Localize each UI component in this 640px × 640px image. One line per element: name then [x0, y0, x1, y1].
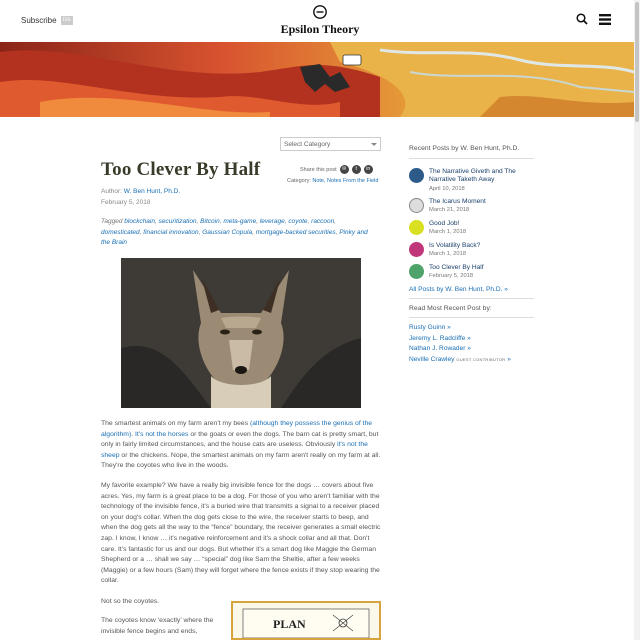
- post-meta: Author: W. Ben Hunt, Ph.D. February 5, 2…: [101, 186, 180, 208]
- recent-posts-heading: Recent Posts by W. Ben Hunt, Ph.D.: [409, 145, 520, 152]
- header-banner-image: [0, 42, 634, 117]
- search-icon[interactable]: [576, 13, 588, 25]
- post-category: Category: Note, Notes From the Field: [287, 178, 378, 184]
- horses-article-link[interactable]: It's not the horses: [135, 431, 188, 438]
- scrollbar-thumb[interactable]: [635, 2, 639, 122]
- author-link[interactable]: W. Ben Hunt, Ph.D.: [124, 188, 180, 195]
- coyote-photo: [121, 258, 361, 408]
- tag-link[interactable]: raccoon: [311, 218, 334, 225]
- post-thumbnail-icon[interactable]: [409, 220, 424, 235]
- recent-post-link[interactable]: The Icarus Moment: [429, 198, 486, 205]
- recent-post-date: March 1, 2018: [429, 251, 467, 258]
- author-arrow[interactable]: »: [505, 356, 511, 363]
- post-thumbnail-icon[interactable]: [409, 198, 424, 213]
- paragraph-text: or the chickens. Nope, the smartest anim…: [101, 451, 381, 470]
- recent-post-item[interactable]: The Narrative Giveth and The Narrative T…: [409, 168, 534, 193]
- author-prefix: Author:: [101, 188, 124, 195]
- recent-post-date: February 5, 2018: [429, 273, 474, 280]
- post-paragraph: My favorite example? We have a really bi…: [101, 482, 381, 585]
- post-tags: Tagged blockchain, securitization, Bitco…: [101, 218, 368, 246]
- recent-post-item[interactable]: Too Clever By Half February 5, 2018: [409, 264, 534, 281]
- post-thumbnail-icon[interactable]: [409, 242, 424, 257]
- recent-post-link[interactable]: The Narrative Giveth and The Narrative T…: [429, 168, 516, 183]
- category-link[interactable]: Note, Notes From the Field: [312, 178, 378, 184]
- category-prefix: Category:: [287, 178, 313, 184]
- tag-link[interactable]: leverage: [260, 218, 285, 225]
- tag-link[interactable]: Gaussian Copula: [202, 229, 252, 236]
- author-link[interactable]: Nathan J. Rowader »: [409, 345, 471, 352]
- recent-post-item[interactable]: Good Job! March 1, 2018: [409, 220, 534, 237]
- tag-link[interactable]: domesticated: [101, 229, 140, 236]
- all-posts-link[interactable]: All Posts by W. Ben Hunt, Ph.D. »: [409, 286, 508, 293]
- tag-link[interactable]: meta-game: [223, 218, 256, 225]
- sidebar-divider: [409, 317, 534, 318]
- recent-post-item[interactable]: Is Volatility Back? March 1, 2018: [409, 242, 534, 259]
- tag-link[interactable]: mortgage-backed securities: [256, 229, 336, 236]
- paragraph-text: The smartest animals on my farm aren't m…: [101, 420, 250, 427]
- recent-post-link[interactable]: Too Clever By Half: [429, 264, 484, 271]
- epsilon-logo-icon[interactable]: [313, 5, 327, 19]
- tag-link[interactable]: blockchain: [124, 218, 155, 225]
- post-date: February 5, 2018: [101, 199, 151, 206]
- recent-post-date: April 10, 2018: [429, 185, 465, 192]
- linkedin-share-icon[interactable]: in: [363, 165, 373, 174]
- post-thumbnail-icon[interactable]: [409, 264, 424, 279]
- twitter-share-icon[interactable]: t: [351, 165, 361, 174]
- email-share-icon[interactable]: ✉: [339, 165, 349, 174]
- author-link[interactable]: Rusty Guinn »: [409, 324, 451, 331]
- site-title[interactable]: Epsilon Theory: [0, 22, 640, 37]
- recent-post-link[interactable]: Is Volatility Back?: [429, 242, 480, 249]
- share-label: Share this post: [300, 166, 337, 173]
- hamburger-menu-icon[interactable]: [599, 14, 611, 25]
- plan-cartoon-image: PLAN: [231, 601, 381, 640]
- sidebar-divider: [409, 298, 534, 299]
- follow-heading: Read Most Recent Post by:: [409, 305, 492, 312]
- tagged-prefix: Tagged: [101, 218, 125, 225]
- author-link[interactable]: Jeremy L. Radcliffe »: [409, 335, 471, 342]
- guest-contributor-badge: GUEST CONTRIBUTOR: [456, 356, 506, 362]
- recent-post-link[interactable]: Good Job!: [429, 220, 459, 227]
- post-paragraph: The smartest animals on my farm aren't m…: [101, 419, 382, 472]
- post-thumbnail-icon[interactable]: [409, 168, 424, 183]
- tag-link[interactable]: Bitcoin: [200, 218, 220, 225]
- author-name[interactable]: Neville Crawley: [409, 356, 454, 363]
- post-paragraph: The coyotes know ‘exactly’ where the inv…: [101, 617, 214, 635]
- tag-link[interactable]: financial innovation: [143, 229, 198, 236]
- recent-post-item[interactable]: The Icarus Moment March 21, 2018: [409, 198, 534, 215]
- category-select-value[interactable]: Select Category: [284, 141, 330, 148]
- author-link[interactable]: Neville Crawley GUEST CONTRIBUTOR »: [409, 356, 511, 363]
- site-header: Subscribe rss Epsilon Theory: [0, 0, 640, 42]
- tag-link[interactable]: securitization: [159, 218, 197, 225]
- author-list: Rusty Guinn » Jeremy L. Radcliffe » Nath…: [409, 323, 511, 365]
- sidebar-divider: [409, 158, 534, 159]
- recent-post-date: March 21, 2018: [429, 207, 470, 214]
- category-select[interactable]: Select Category: [280, 137, 381, 151]
- chevron-down-icon[interactable]: [371, 143, 377, 146]
- post-title: Too Clever By Half: [101, 159, 261, 180]
- recent-post-date: March 1, 2018: [429, 229, 467, 236]
- plan-label: PLAN: [273, 617, 306, 631]
- share-bar: Share this post ✉ t in: [300, 165, 373, 174]
- tag-link[interactable]: coyote: [288, 218, 307, 225]
